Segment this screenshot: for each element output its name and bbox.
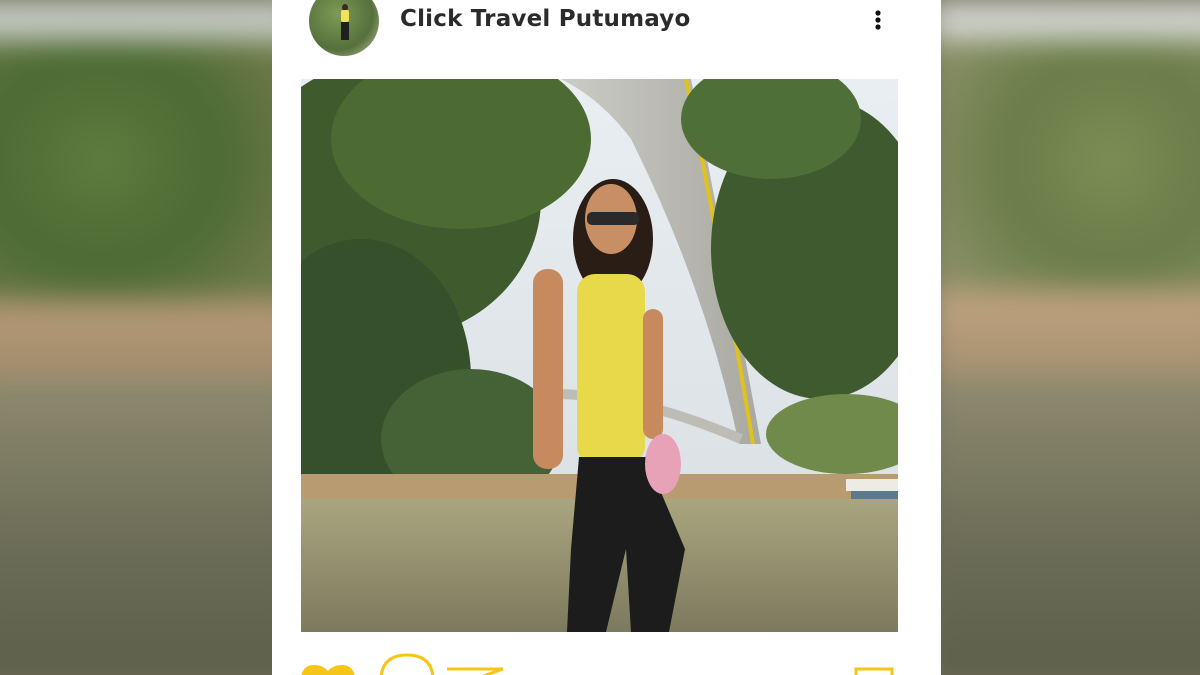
action-bar <box>272 640 941 675</box>
send-icon[interactable] <box>445 664 505 675</box>
heart-icon[interactable] <box>301 662 355 675</box>
background-right <box>930 0 1200 675</box>
account-name[interactable]: Click Travel Putumayo <box>400 5 690 33</box>
bookmark-icon[interactable] <box>854 664 894 675</box>
post-header: Click Travel Putumayo <box>272 0 941 60</box>
more-vertical-icon[interactable] <box>870 6 890 36</box>
comment-icon[interactable] <box>379 653 435 675</box>
avatar[interactable] <box>309 0 379 56</box>
post-card: Click Travel Putumayo <box>272 0 941 675</box>
background-left <box>0 0 300 675</box>
post-photo[interactable] <box>301 79 898 632</box>
